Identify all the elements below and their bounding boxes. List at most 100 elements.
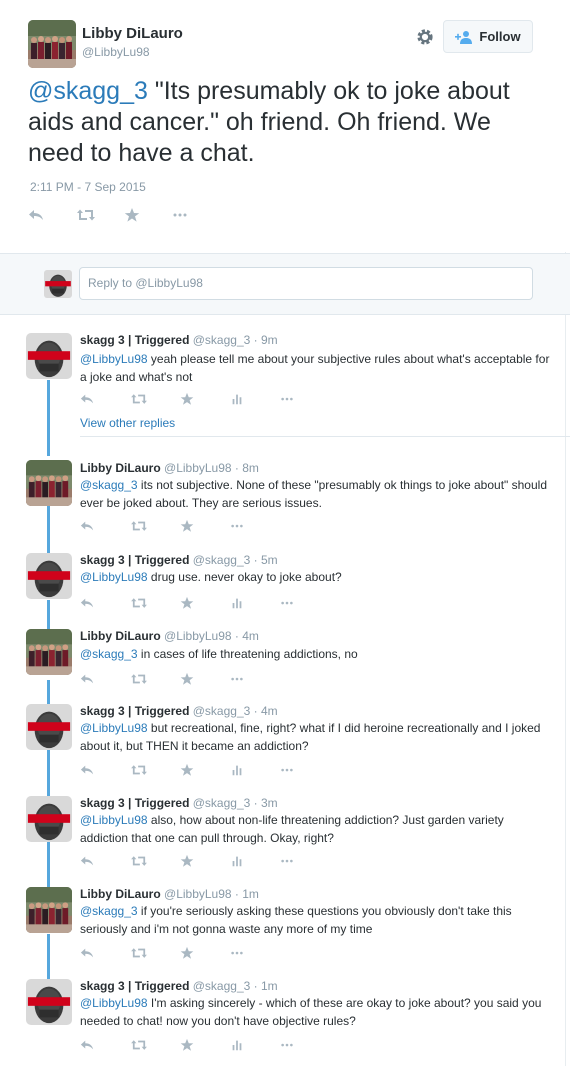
favorite-icon[interactable]: [180, 944, 230, 962]
reply-actions: [80, 670, 280, 688]
reply-author-name[interactable]: skagg 3 | Triggered: [80, 704, 189, 718]
retweet-icon[interactable]: [130, 517, 180, 535]
avatar[interactable]: [28, 20, 76, 68]
retweet-icon[interactable]: [130, 594, 180, 612]
retweet-icon[interactable]: [130, 944, 180, 962]
thread-line: [47, 600, 50, 630]
reply-author-name[interactable]: Libby DiLauro: [80, 461, 161, 475]
retweet-icon[interactable]: [130, 390, 180, 408]
reply-input[interactable]: Reply to @LibbyLu98: [79, 267, 533, 300]
reply-header: skagg 3 | Triggered @skagg_3 · 1m: [80, 979, 278, 993]
reply-header: Libby DiLauro @LibbyLu98 · 8m: [80, 461, 259, 475]
mention-link[interactable]: @skagg_3: [80, 647, 138, 661]
reply-actions: [80, 852, 330, 870]
more-icon[interactable]: [280, 852, 330, 870]
favorite-icon[interactable]: [180, 390, 230, 408]
reply-text: @skagg_3 in cases of life threatening ad…: [80, 645, 550, 663]
avatar[interactable]: [26, 887, 72, 933]
avatar[interactable]: [26, 553, 72, 599]
reply-icon[interactable]: [80, 1036, 130, 1054]
reply-header: skagg 3 | Triggered @skagg_3 · 9m: [80, 333, 278, 347]
more-icon[interactable]: [230, 517, 280, 535]
avatar[interactable]: [26, 333, 72, 379]
reply-meta[interactable]: @skagg_3 · 1m: [189, 979, 278, 993]
avatar[interactable]: [26, 979, 72, 1025]
reply-meta[interactable]: @LibbyLu98 · 8m: [161, 461, 259, 475]
favorite-icon[interactable]: [180, 670, 230, 688]
more-icon[interactable]: [230, 670, 280, 688]
reply-meta[interactable]: @LibbyLu98 · 1m: [161, 887, 259, 901]
reply-author-name[interactable]: Libby DiLauro: [80, 887, 161, 901]
reply-author-name[interactable]: skagg 3 | Triggered: [80, 979, 189, 993]
author-handle[interactable]: @LibbyLu98: [82, 45, 150, 59]
more-icon[interactable]: [280, 390, 330, 408]
mention-link[interactable]: @skagg_3: [80, 478, 138, 492]
retweet-icon[interactable]: [76, 206, 124, 224]
author-name[interactable]: Libby DiLauro: [82, 25, 183, 42]
mention-link[interactable]: @LibbyLu98: [80, 996, 148, 1010]
favorite-icon[interactable]: [180, 761, 230, 779]
reply-meta[interactable]: @skagg_3 · 4m: [189, 704, 278, 718]
favorite-icon[interactable]: [124, 206, 172, 224]
favorite-icon[interactable]: [180, 594, 230, 612]
reply-icon[interactable]: [80, 390, 130, 408]
reply-text: @LibbyLu98 drug use. never okay to joke …: [80, 568, 550, 586]
reply-body: if you're seriously asking these questio…: [80, 904, 512, 936]
reply-icon[interactable]: [80, 517, 130, 535]
more-icon[interactable]: [280, 594, 330, 612]
view-other-replies-link[interactable]: View other replies: [80, 416, 175, 430]
avatar[interactable]: [26, 704, 72, 750]
analytics-icon[interactable]: [230, 594, 280, 612]
reply-text: @skagg_3 its not subjective. None of the…: [80, 476, 550, 512]
reply-author-name[interactable]: Libby DiLauro: [80, 629, 161, 643]
reply-header: skagg 3 | Triggered @skagg_3 · 5m: [80, 553, 278, 567]
mention-link[interactable]: @skagg_3: [28, 77, 148, 105]
retweet-icon[interactable]: [130, 761, 180, 779]
analytics-icon[interactable]: [230, 390, 280, 408]
reply-actions: [80, 517, 280, 535]
reply-icon[interactable]: [80, 852, 130, 870]
more-icon[interactable]: [280, 1036, 330, 1054]
reply-author-name[interactable]: skagg 3 | Triggered: [80, 333, 189, 347]
more-icon[interactable]: [230, 944, 280, 962]
favorite-icon[interactable]: [180, 1036, 230, 1054]
avatar[interactable]: [26, 460, 72, 506]
retweet-icon[interactable]: [130, 852, 180, 870]
mention-link[interactable]: @LibbyLu98: [80, 352, 148, 366]
mention-link[interactable]: @LibbyLu98: [80, 721, 148, 735]
tweet-timestamp[interactable]: 2:11 PM - 7 Sep 2015: [30, 180, 146, 194]
more-icon[interactable]: [280, 761, 330, 779]
reply-meta[interactable]: @skagg_3 · 9m: [189, 333, 278, 347]
favorite-icon[interactable]: [180, 517, 230, 535]
reply-icon[interactable]: [80, 761, 130, 779]
mention-link[interactable]: @LibbyLu98: [80, 570, 148, 584]
reply-actions: [80, 761, 330, 779]
favorite-icon[interactable]: [180, 852, 230, 870]
reply-author-name[interactable]: skagg 3 | Triggered: [80, 796, 189, 810]
analytics-icon[interactable]: [230, 761, 280, 779]
retweet-icon[interactable]: [130, 1036, 180, 1054]
analytics-icon[interactable]: [230, 1036, 280, 1054]
gear-icon[interactable]: [414, 26, 436, 48]
reply-icon[interactable]: [80, 944, 130, 962]
reply-meta[interactable]: @LibbyLu98 · 4m: [161, 629, 259, 643]
follow-button[interactable]: Follow: [443, 20, 533, 53]
thread-line: [47, 750, 50, 798]
mention-link[interactable]: @LibbyLu98: [80, 813, 148, 827]
analytics-icon[interactable]: [230, 852, 280, 870]
reply-icon[interactable]: [28, 206, 76, 224]
reply-header: skagg 3 | Triggered @skagg_3 · 3m: [80, 796, 278, 810]
reply-header: Libby DiLauro @LibbyLu98 · 4m: [80, 629, 259, 643]
reply-icon[interactable]: [80, 670, 130, 688]
avatar[interactable]: [26, 629, 72, 675]
reply-meta[interactable]: @skagg_3 · 3m: [189, 796, 278, 810]
reply-author-name[interactable]: skagg 3 | Triggered: [80, 553, 189, 567]
avatar: [44, 270, 72, 298]
mention-link[interactable]: @skagg_3: [80, 904, 138, 918]
reply-body: its not subjective. None of these "presu…: [80, 478, 547, 510]
reply-meta[interactable]: @skagg_3 · 5m: [189, 553, 278, 567]
reply-icon[interactable]: [80, 594, 130, 612]
more-icon[interactable]: [172, 206, 220, 224]
retweet-icon[interactable]: [130, 670, 180, 688]
avatar[interactable]: [26, 796, 72, 842]
